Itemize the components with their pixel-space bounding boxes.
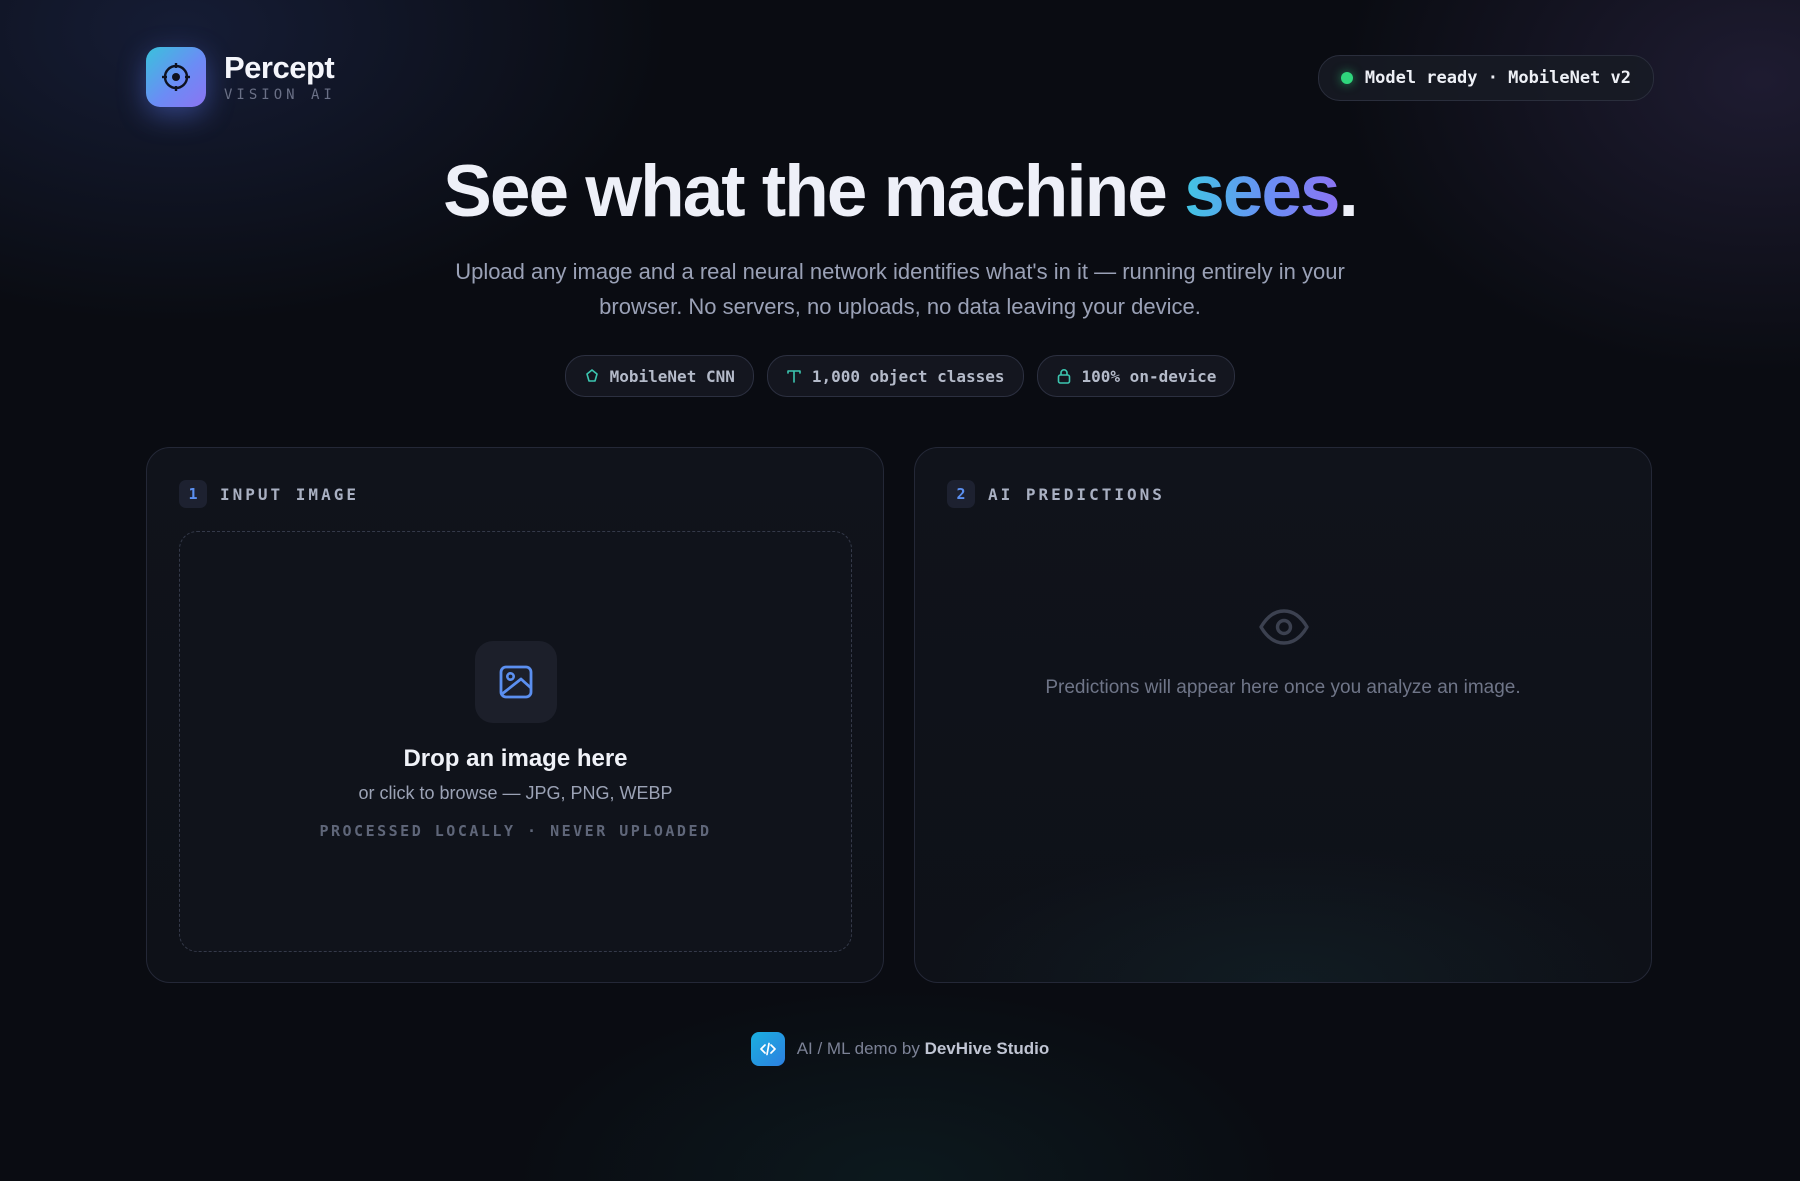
chip-on-device-label: 100% on-device — [1081, 366, 1217, 386]
chip-model-label: MobileNet CNN — [609, 366, 735, 386]
brand-tagline: VISION AI — [224, 87, 336, 103]
devhive-logo[interactable] — [750, 1032, 785, 1066]
input-panel-header: 1 INPUT IMAGE — [179, 480, 359, 508]
text-icon — [787, 370, 801, 383]
hero-subtitle: Upload any image and a real neural netwo… — [455, 259, 1345, 319]
predictions-panel-title: AI PREDICTIONS — [988, 484, 1165, 504]
ai-predictions-panel: 2 AI PREDICTIONS Predictions will appear… — [914, 447, 1652, 983]
code-icon — [759, 1042, 776, 1056]
feature-chips: MobileNet CNN 1,000 object classes 100% … — [0, 355, 1800, 397]
dropzone-icon-box — [475, 641, 557, 723]
chip-model: MobileNet CNN — [564, 355, 754, 397]
brand-logo[interactable] — [146, 47, 206, 107]
chip-icon — [585, 369, 598, 382]
footer-prefix: AI / ML demo by — [796, 1039, 925, 1058]
hero-title-accent: sees — [1184, 151, 1340, 232]
dropzone-title: Drop an image here — [403, 745, 628, 772]
dropzone-subtitle: or click to browse — JPG, PNG, WEBP — [358, 783, 673, 803]
chip-classes-label: 1,000 object classes — [811, 366, 1005, 386]
hero-title: See what the machine sees. — [0, 150, 1800, 233]
image-icon — [499, 665, 533, 699]
lock-icon — [1057, 369, 1070, 384]
input-image-panel: 1 INPUT IMAGE Drop an image here or clic… — [146, 447, 884, 983]
model-status-badge: Model ready · MobileNet v2 — [1317, 55, 1654, 101]
footer-studio-link[interactable]: DevHive Studio — [925, 1039, 1050, 1058]
hero-title-end: . — [1338, 151, 1359, 232]
model-status-text: Model ready · MobileNet v2 — [1364, 68, 1631, 88]
image-dropzone[interactable]: Drop an image here or click to browse — … — [179, 531, 852, 952]
predictions-empty-text: Predictions will appear here once you an… — [1045, 677, 1521, 698]
target-icon — [162, 63, 190, 91]
dropzone-privacy-note: PROCESSED LOCALLY · NEVER UPLOADED — [319, 822, 712, 840]
footer-credit: AI / ML demo by DevHive Studio — [797, 1039, 1050, 1059]
chip-classes: 1,000 object classes — [766, 355, 1024, 397]
brand-name: Percept — [224, 50, 335, 85]
status-dot-icon — [1340, 72, 1353, 84]
step-number: 1 — [179, 480, 207, 508]
footer: AI / ML demo by DevHive Studio — [0, 1032, 1800, 1066]
top-bar: Percept VISION AI Model ready · MobileNe… — [146, 47, 1654, 107]
input-panel-title: INPUT IMAGE — [220, 484, 359, 504]
eye-icon — [1259, 609, 1309, 645]
step-number: 2 — [947, 480, 975, 508]
predictions-panel-header: 2 AI PREDICTIONS — [947, 480, 1165, 508]
hero-title-main: See what the machine — [443, 151, 1185, 232]
chip-on-device: 100% on-device — [1036, 355, 1236, 397]
